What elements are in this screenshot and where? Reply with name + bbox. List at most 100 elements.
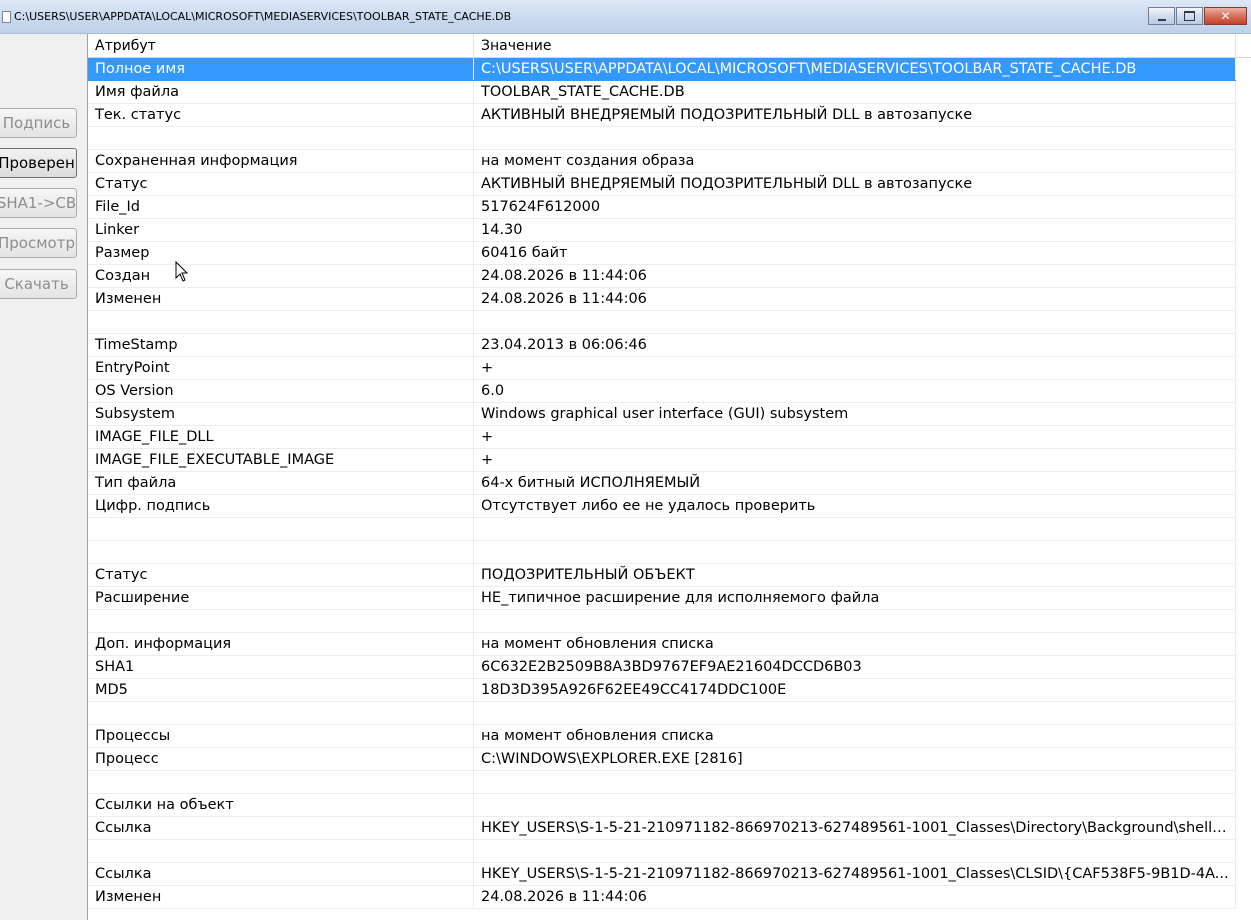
checked-button[interactable]: Проверен: [0, 148, 77, 178]
maximize-button[interactable]: [1176, 7, 1203, 25]
table-row[interactable]: Ссылка HKEY_USERS\S-1-5-21-210971182-8669…: [88, 863, 1236, 886]
signature-button[interactable]: Подпись: [0, 108, 77, 138]
app-icon: [2, 11, 11, 23]
view-button[interactable]: Просмотр: [0, 228, 77, 258]
table-row[interactable]: Тип файла 64-х битный ИСПОЛНЯЕМЫЙ: [88, 472, 1236, 495]
value-cell: [474, 311, 1236, 333]
table-row[interactable]: Создан 24.08.2026 в 11:44:06: [88, 265, 1236, 288]
table-row[interactable]: IMAGE_FILE_EXECUTABLE_IMAGE +: [88, 449, 1236, 472]
table-row[interactable]: Расширение НЕ_типичное расширение для исп…: [88, 587, 1236, 610]
table-row[interactable]: Тек. статус АКТИВНЫЙ ВНЕДРЯЕМЫЙ ПОДОЗРИТЕ…: [88, 104, 1236, 127]
maximize-icon: [1184, 11, 1195, 21]
attribute-cell: [88, 610, 474, 632]
value-cell: [474, 610, 1236, 632]
column-header-value[interactable]: Значение: [474, 34, 1236, 57]
grid-header: Атрибут Значение: [88, 34, 1251, 58]
table-row[interactable]: MD5 18D3D395A926F62EE49CC4174DDC100E: [88, 679, 1236, 702]
window-title: C:\USERS\USER\APPDATA\LOCAL\MICROSOFT\ME…: [14, 10, 512, 23]
attribute-cell: MD5: [88, 679, 474, 701]
table-row[interactable]: [88, 702, 1236, 725]
attribute-cell: Статус: [88, 564, 474, 586]
value-cell: Windows graphical user interface (GUI) s…: [474, 403, 1236, 425]
attribute-cell: Процессы: [88, 725, 474, 747]
value-cell: на момент создания образа: [474, 150, 1236, 172]
table-row[interactable]: [88, 518, 1236, 541]
attribute-cell: [88, 127, 474, 149]
attribute-cell: [88, 702, 474, 724]
table-row[interactable]: Размер 60416 байт: [88, 242, 1236, 265]
value-cell: Отсутствует либо ее не удалось проверить: [474, 495, 1236, 517]
table-row[interactable]: File_Id 517624F612000: [88, 196, 1236, 219]
table-row[interactable]: IMAGE_FILE_DLL +: [88, 426, 1236, 449]
table-row[interactable]: [88, 610, 1236, 633]
table-row[interactable]: Сохраненная информация на момент создания…: [88, 150, 1236, 173]
value-cell: на момент обновления списка: [474, 633, 1236, 655]
table-row[interactable]: [88, 541, 1236, 564]
value-cell: [474, 840, 1236, 862]
attribute-cell: Тип файла: [88, 472, 474, 494]
value-cell: +: [474, 357, 1236, 379]
sha1-to-cb-button[interactable]: SHA1->CB: [0, 188, 77, 218]
window-controls: ✕: [1148, 7, 1247, 25]
table-row[interactable]: Ссылки на объект: [88, 794, 1236, 817]
grid-body: Полное имя C:\USERS\USER\APPDATA\LOCAL\MI…: [88, 58, 1251, 909]
value-cell: 24.08.2026 в 11:44:06: [474, 265, 1236, 287]
table-row[interactable]: Доп. информация на момент обновления спис…: [88, 633, 1236, 656]
attribute-cell: TimeStamp: [88, 334, 474, 356]
value-cell: HKEY_USERS\S-1-5-21-210971182-866970213-…: [474, 863, 1236, 885]
close-button[interactable]: ✕: [1204, 7, 1247, 25]
table-row[interactable]: Имя файла TOOLBAR_STATE_CACHE.DB: [88, 81, 1236, 104]
action-panel: Подпись Проверен SHA1->CB Просмотр Скача…: [0, 34, 87, 920]
table-row[interactable]: EntryPoint +: [88, 357, 1236, 380]
attribute-cell: Процесс: [88, 748, 474, 770]
table-row[interactable]: Полное имя C:\USERS\USER\APPDATA\LOCAL\MI…: [88, 58, 1236, 81]
table-row[interactable]: [88, 840, 1236, 863]
download-button[interactable]: Скачать: [0, 269, 77, 299]
value-cell: C:\WINDOWS\EXPLORER.EXE [2816]: [474, 748, 1236, 770]
table-row[interactable]: Процессы на момент обновления списка: [88, 725, 1236, 748]
table-row[interactable]: Процесс C:\WINDOWS\EXPLORER.EXE [2816]: [88, 748, 1236, 771]
attribute-cell: SHA1: [88, 656, 474, 678]
table-row[interactable]: Subsystem Windows graphical user interfac…: [88, 403, 1236, 426]
value-cell: НЕ_типичное расширение для исполняемого …: [474, 587, 1236, 609]
table-row[interactable]: TimeStamp 23.04.2013 в 06:06:46: [88, 334, 1236, 357]
table-row[interactable]: [88, 311, 1236, 334]
value-cell: 6C632E2B2509B8A3BD9767EF9AE21604DCCD6B03: [474, 656, 1236, 678]
value-cell: 23.04.2013 в 06:06:46: [474, 334, 1236, 356]
table-row[interactable]: Ссылка HKEY_USERS\S-1-5-21-210971182-8669…: [88, 817, 1236, 840]
attribute-cell: Статус: [88, 173, 474, 195]
table-row[interactable]: Изменен 24.08.2026 в 11:44:06: [88, 288, 1236, 311]
attribute-cell: Расширение: [88, 587, 474, 609]
minimize-icon: [1157, 18, 1166, 21]
value-cell: 24.08.2026 в 11:44:06: [474, 288, 1236, 310]
value-cell: 6.0: [474, 380, 1236, 402]
attribute-cell: [88, 311, 474, 333]
attribute-cell: [88, 541, 474, 563]
value-cell: [474, 702, 1236, 724]
table-row[interactable]: OS Version 6.0: [88, 380, 1236, 403]
value-cell: [474, 127, 1236, 149]
table-row[interactable]: Статус АКТИВНЫЙ ВНЕДРЯЕМЫЙ ПОДОЗРИТЕЛЬНЫЙ…: [88, 173, 1236, 196]
value-cell: HKEY_USERS\S-1-5-21-210971182-866970213-…: [474, 817, 1236, 839]
minimize-button[interactable]: [1148, 7, 1175, 25]
column-header-attribute[interactable]: Атрибут: [88, 34, 474, 57]
table-row[interactable]: Цифр. подпись Отсутствует либо ее не удал…: [88, 495, 1236, 518]
attribute-cell: File_Id: [88, 196, 474, 218]
close-icon: ✕: [1220, 9, 1231, 23]
attribute-cell: EntryPoint: [88, 357, 474, 379]
value-cell: на момент обновления списка: [474, 725, 1236, 747]
value-cell: 60416 байт: [474, 242, 1236, 264]
attribute-cell: Изменен: [88, 288, 474, 310]
attribute-cell: Изменен: [88, 886, 474, 908]
attribute-cell: Цифр. подпись: [88, 495, 474, 517]
table-row[interactable]: SHA1 6C632E2B2509B8A3BD9767EF9AE21604DCCD…: [88, 656, 1236, 679]
attribute-cell: [88, 840, 474, 862]
table-row[interactable]: Статус ПОДОЗРИТЕЛЬНЫЙ ОБЪЕКТ: [88, 564, 1236, 587]
table-row[interactable]: [88, 127, 1236, 150]
table-row[interactable]: [88, 771, 1236, 794]
attribute-cell: OS Version: [88, 380, 474, 402]
attribute-cell: Linker: [88, 219, 474, 241]
value-cell: 14.30: [474, 219, 1236, 241]
table-row[interactable]: Изменен 24.08.2026 в 11:44:06: [88, 886, 1236, 909]
table-row[interactable]: Linker 14.30: [88, 219, 1236, 242]
